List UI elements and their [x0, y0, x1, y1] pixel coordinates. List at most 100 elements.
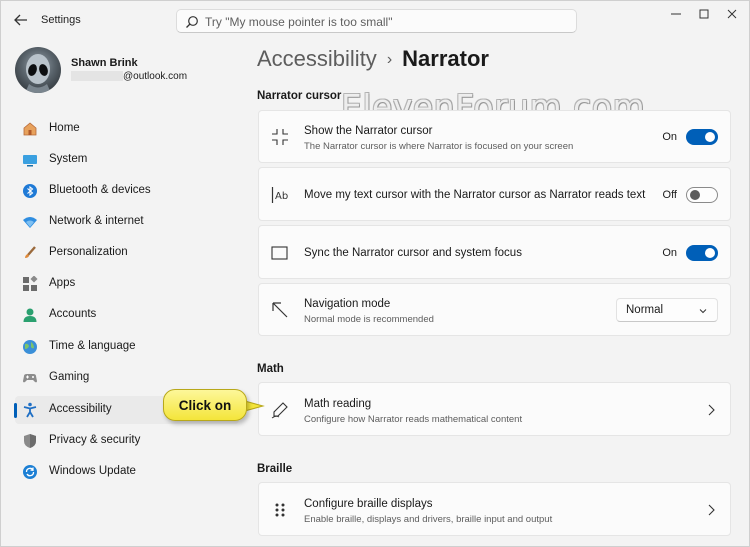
email-redaction [71, 71, 123, 82]
toggle-knob [690, 190, 700, 200]
toggle-knob [705, 132, 715, 142]
sidebar-item-label: Gaming [49, 371, 90, 383]
section-title-math: Math [257, 363, 284, 375]
sidebar-item-apps[interactable]: Apps [15, 270, 239, 298]
chevron-right-icon [708, 504, 715, 516]
dropdown-value: Normal [626, 304, 664, 316]
globe-icon [23, 340, 37, 354]
shield-icon [24, 434, 36, 448]
app-title: Settings [41, 14, 81, 26]
arrow-up-left-icon [272, 302, 288, 318]
toggle-state-label: On [662, 247, 677, 259]
home-icon [23, 122, 37, 136]
sidebar-item-bluetooth[interactable]: Bluetooth & devices [15, 177, 239, 205]
maximize-icon [699, 9, 709, 19]
section-title-braille: Braille [257, 463, 293, 475]
setting-braille-displays[interactable]: Configure braille displays Enable braill… [258, 482, 731, 536]
section-title-narrator-cursor: Narrator cursor [257, 90, 342, 102]
sidebar-item-label: Network & internet [49, 215, 144, 227]
sidebar-item-label: Personalization [49, 246, 128, 258]
pen-icon [271, 402, 288, 419]
sidebar-item-label: Accounts [49, 308, 97, 320]
braille-dots-icon [275, 503, 285, 517]
setting-description: Configure how Narrator reads mathematica… [304, 414, 523, 425]
gamepad-icon [23, 374, 37, 383]
search-icon [186, 16, 198, 28]
toggle-knob [705, 248, 715, 258]
sidebar-item-gaming[interactable]: Gaming [15, 364, 239, 392]
setting-title: Move my text cursor with the Narrator cu… [304, 189, 646, 201]
sidebar-item-privacy-security[interactable]: Privacy & security [15, 427, 239, 455]
setting-math-reading[interactable]: Math reading Configure how Narrator read… [258, 382, 731, 436]
accounts-icon [23, 308, 37, 322]
search-box[interactable] [176, 9, 577, 33]
breadcrumb-parent[interactable]: Accessibility [257, 46, 377, 71]
bluetooth-icon [23, 184, 37, 198]
sync-focus-toggle[interactable] [686, 245, 718, 261]
setting-sync-focus: Sync the Narrator cursor and system focu… [258, 225, 731, 279]
accessibility-icon [23, 402, 37, 418]
sidebar-item-personalization[interactable]: Personalization [15, 239, 239, 267]
setting-move-text-cursor: Ab Move my text cursor with the Narrator… [258, 167, 731, 221]
alien-avatar-icon [25, 54, 51, 93]
setting-title: Navigation mode [304, 298, 391, 310]
sidebar-item-home[interactable]: Home [15, 115, 239, 143]
svg-text:Ab: Ab [275, 191, 288, 202]
system-icon [23, 155, 37, 167]
sidebar-item-label: Time & language [49, 340, 136, 352]
setting-title: Math reading [304, 398, 372, 410]
back-arrow-icon [14, 14, 27, 26]
toggle-group: On [662, 244, 718, 262]
breadcrumb-separator: › [386, 51, 393, 68]
title-bar: Settings [1, 1, 750, 39]
callout-label: Click on [163, 389, 247, 421]
sidebar-item-windows-update[interactable]: Windows Update [15, 458, 239, 486]
move-text-cursor-toggle[interactable] [686, 187, 718, 203]
sidebar-item-label: Windows Update [49, 465, 136, 477]
close-button[interactable] [714, 1, 750, 27]
email-domain: @outlook.com [123, 71, 188, 82]
avatar [15, 47, 61, 93]
brush-icon [25, 246, 36, 258]
setting-description: Normal mode is recommended [304, 314, 434, 325]
sidebar-item-label: Bluetooth & devices [49, 184, 151, 196]
setting-description: Enable braille, displays and drivers, br… [304, 514, 553, 525]
network-icon [23, 217, 37, 228]
navigation-mode-dropdown[interactable]: Normal [616, 298, 718, 322]
sidebar-item-system[interactable]: System [15, 146, 239, 174]
sidebar-item-accounts[interactable]: Accounts [15, 301, 239, 329]
setting-title: Configure braille displays [304, 498, 433, 510]
callout-annotation: Click on [163, 389, 265, 421]
back-button[interactable] [9, 9, 33, 31]
focus-corners-icon [272, 129, 288, 145]
setting-show-narrator-cursor: Show the Narrator cursor The Narrator cu… [258, 110, 731, 163]
selection-indicator [14, 403, 17, 418]
sidebar-item-network[interactable]: Network & internet [15, 208, 239, 236]
show-narrator-cursor-toggle[interactable] [686, 129, 718, 145]
toggle-state-label: Off [662, 189, 677, 201]
breadcrumb: Accessibility › Narrator [257, 46, 489, 72]
page-title: Narrator [402, 46, 489, 71]
close-icon [727, 9, 737, 19]
sidebar-item-label: Home [49, 122, 80, 134]
sidebar-item-time-language[interactable]: Time & language [15, 333, 239, 361]
apps-icon [23, 276, 38, 291]
sidebar-item-label: Accessibility [49, 403, 112, 415]
setting-navigation-mode: Navigation mode Normal mode is recommend… [258, 283, 731, 336]
user-name: Shawn Brink [71, 57, 138, 69]
sidebar-item-label: System [49, 153, 88, 165]
sidebar-item-label: Apps [49, 277, 76, 289]
rectangle-focus-icon [271, 246, 288, 260]
toggle-group: On [662, 128, 718, 146]
chevron-down-icon [699, 309, 707, 314]
text-cursor-icon: Ab [271, 187, 288, 203]
chevron-right-icon [708, 404, 715, 416]
setting-title: Sync the Narrator cursor and system focu… [304, 247, 522, 259]
minimize-icon [671, 13, 681, 15]
setting-description: The Narrator cursor is where Narrator is… [304, 141, 574, 152]
toggle-state-label: On [662, 131, 677, 143]
search-input[interactable] [205, 13, 565, 31]
toggle-group: Off [663, 186, 718, 204]
sidebar-item-label: Privacy & security [49, 434, 141, 446]
user-email: @outlook.com [71, 71, 187, 82]
